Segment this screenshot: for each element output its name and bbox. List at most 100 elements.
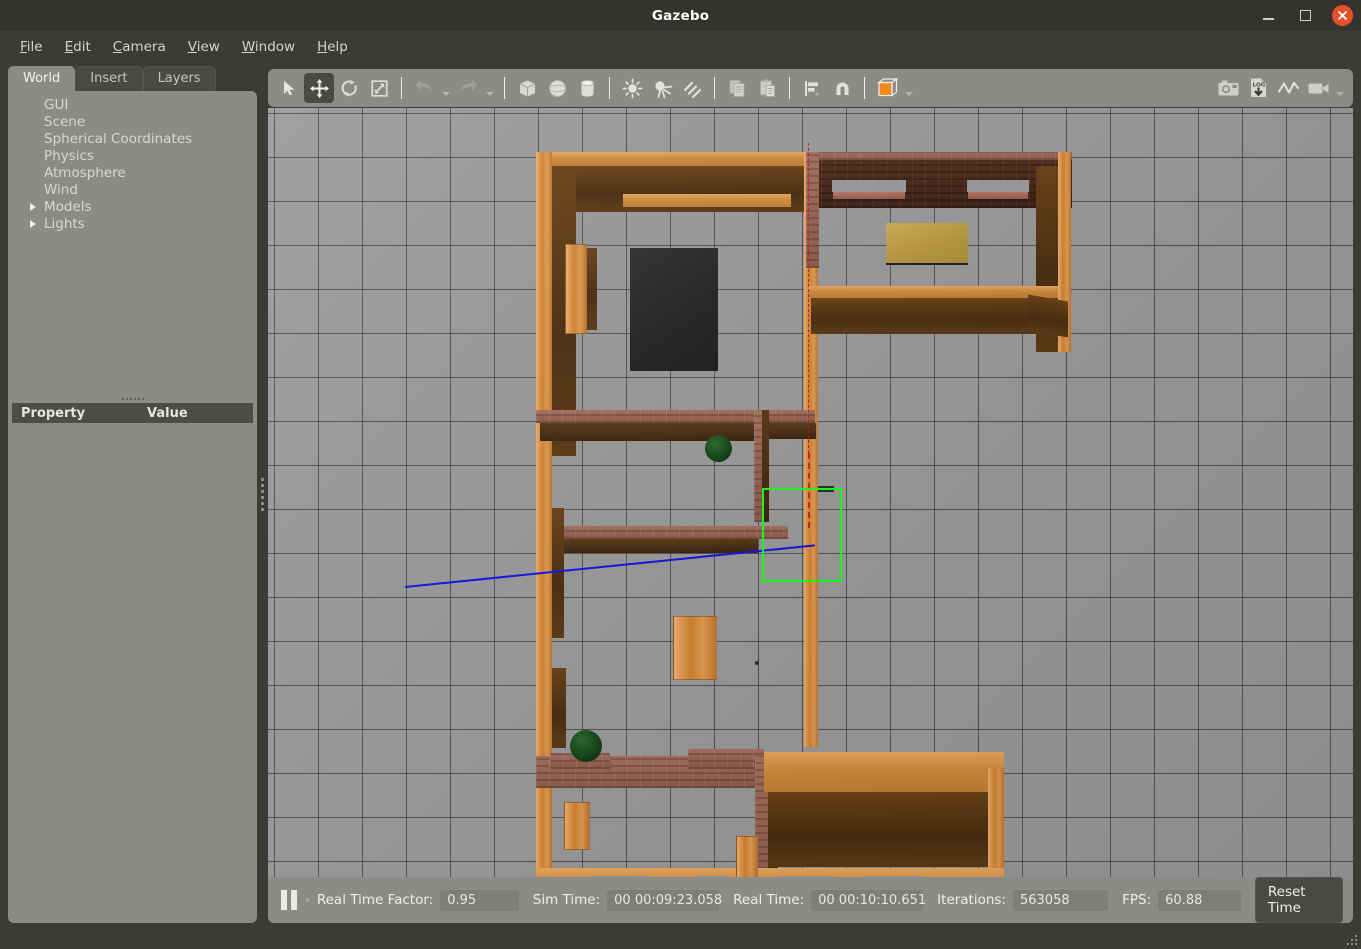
rotate-mode-button[interactable] <box>334 73 364 103</box>
window-opening-1 <box>832 180 906 192</box>
tab-world[interactable]: World <box>8 66 75 91</box>
wall-upper-right-bottom-cap <box>808 286 1058 298</box>
real-time-factor-value: 0.95 <box>440 890 519 911</box>
undo-history-button[interactable] <box>439 73 453 103</box>
dark-rug[interactable] <box>630 248 718 371</box>
redo-history-button[interactable] <box>483 73 497 103</box>
menu-window-rest: indow <box>255 39 295 55</box>
panel-splitter[interactable] <box>8 394 257 403</box>
tree-item-scene[interactable]: Scene <box>8 114 257 131</box>
screenshot-button[interactable] <box>1213 73 1243 103</box>
expand-triangle-icon[interactable] <box>30 220 36 228</box>
menu-camera[interactable]: Camera <box>102 36 177 58</box>
undo-button[interactable] <box>409 73 439 103</box>
tree-item-label: Spherical Coordinates <box>44 131 192 147</box>
cabinet-upper[interactable] <box>565 244 587 334</box>
bush-upper[interactable] <box>705 435 732 462</box>
insert-box-button[interactable] <box>512 73 542 103</box>
pause-icon <box>281 890 287 910</box>
panel-tabs: World Insert Layers <box>8 65 257 91</box>
chevron-down-icon <box>486 92 494 96</box>
view-mode-button[interactable] <box>872 73 902 103</box>
menu-view[interactable]: View <box>177 36 231 58</box>
cabinet-lower-left[interactable] <box>564 802 590 850</box>
render-viewport[interactable] <box>268 108 1353 877</box>
pause-button[interactable] <box>278 885 300 915</box>
insert-spot-light-button[interactable] <box>647 73 677 103</box>
wall-top-left <box>536 152 808 166</box>
insert-sphere-button[interactable] <box>542 73 572 103</box>
paste-button[interactable] <box>752 73 782 103</box>
selection-bounding-box[interactable] <box>762 488 842 582</box>
title-bar: Gazebo <box>0 0 1361 31</box>
tree-item-label: Scene <box>44 114 85 130</box>
directional-light-icon <box>682 78 703 99</box>
toolbar-separator <box>504 77 505 99</box>
scale-mode-button[interactable] <box>364 73 394 103</box>
tree-item-wind[interactable]: Wind <box>8 182 257 199</box>
maximize-icon <box>1300 10 1311 21</box>
record-video-dropdown[interactable] <box>1333 73 1347 103</box>
floor-lower-right <box>764 752 1004 792</box>
view-mode-dropdown[interactable] <box>902 73 916 103</box>
column-header-property[interactable]: Property <box>12 406 138 421</box>
real-time-label: Real Time: <box>733 892 804 908</box>
align-button[interactable] <box>797 73 827 103</box>
toolbar-separator <box>789 77 790 99</box>
copy-button[interactable] <box>722 73 752 103</box>
select-mode-button[interactable] <box>274 73 304 103</box>
menu-window[interactable]: Window <box>231 36 306 58</box>
property-table-header: Property Value <box>12 403 253 423</box>
menu-edit[interactable]: Edit <box>54 36 102 58</box>
window-resize-grip[interactable] <box>1343 931 1357 945</box>
tab-insert[interactable]: Insert <box>75 66 142 91</box>
main-splitter[interactable] <box>257 65 268 923</box>
close-button[interactable] <box>1332 5 1353 26</box>
chevron-down-icon <box>442 92 450 96</box>
wall-left-lower-inner2 <box>552 668 566 748</box>
panel-body: GUI Scene Spherical Coordinates Physics … <box>8 91 257 923</box>
tree-item-gui[interactable]: GUI <box>8 97 257 114</box>
tab-layers[interactable]: Layers <box>143 66 216 91</box>
minimize-button[interactable] <box>1258 6 1278 26</box>
cabinet-lower-center[interactable] <box>736 836 758 877</box>
rotate-icon <box>340 79 359 98</box>
column-header-value[interactable]: Value <box>138 406 188 421</box>
menu-help[interactable]: Help <box>306 36 359 58</box>
cylinder-icon <box>577 78 598 99</box>
tree-item-spherical-coordinates[interactable]: Spherical Coordinates <box>8 131 257 148</box>
tree-item-models[interactable]: Models <box>8 199 257 216</box>
snap-button[interactable] <box>827 73 857 103</box>
chevron-down-icon <box>1336 92 1344 96</box>
tree-item-physics[interactable]: Physics <box>8 148 257 165</box>
insert-directional-light-button[interactable] <box>677 73 707 103</box>
menu-file-mnemonic: F <box>20 39 27 55</box>
plot-button[interactable] <box>1273 73 1303 103</box>
tree-item-lights[interactable]: Lights <box>8 216 257 233</box>
tree-item-atmosphere[interactable]: Atmosphere <box>8 165 257 182</box>
redo-button[interactable] <box>453 73 483 103</box>
window-title: Gazebo <box>652 8 709 24</box>
menu-edit-mnemonic: E <box>65 39 74 55</box>
menu-camera-rest: amera <box>122 39 166 55</box>
splitter-grip-icon <box>261 478 264 511</box>
wall-window-ledge-top <box>623 194 791 207</box>
copy-icon <box>727 78 748 99</box>
expand-triangle-icon[interactable] <box>30 203 36 211</box>
translate-mode-button[interactable] <box>304 73 334 103</box>
record-video-button[interactable] <box>1303 73 1333 103</box>
maximize-button[interactable] <box>1295 6 1315 26</box>
furniture-box-center[interactable] <box>673 616 717 680</box>
insert-cylinder-button[interactable] <box>572 73 602 103</box>
align-icon <box>802 78 823 99</box>
bush-lower[interactable] <box>570 730 602 762</box>
menu-file[interactable]: File <box>9 36 54 58</box>
tree-item-label: Wind <box>44 182 78 198</box>
reset-time-button[interactable]: Reset Time <box>1255 877 1343 923</box>
tan-table[interactable] <box>886 223 968 265</box>
window-opening-2 <box>967 180 1029 192</box>
insert-point-light-button[interactable] <box>617 73 647 103</box>
log-record-button[interactable]: LOG <box>1243 73 1273 103</box>
toolbar-separator <box>864 77 865 99</box>
sim-time-value: 00 00:09:23.058 <box>607 890 719 911</box>
